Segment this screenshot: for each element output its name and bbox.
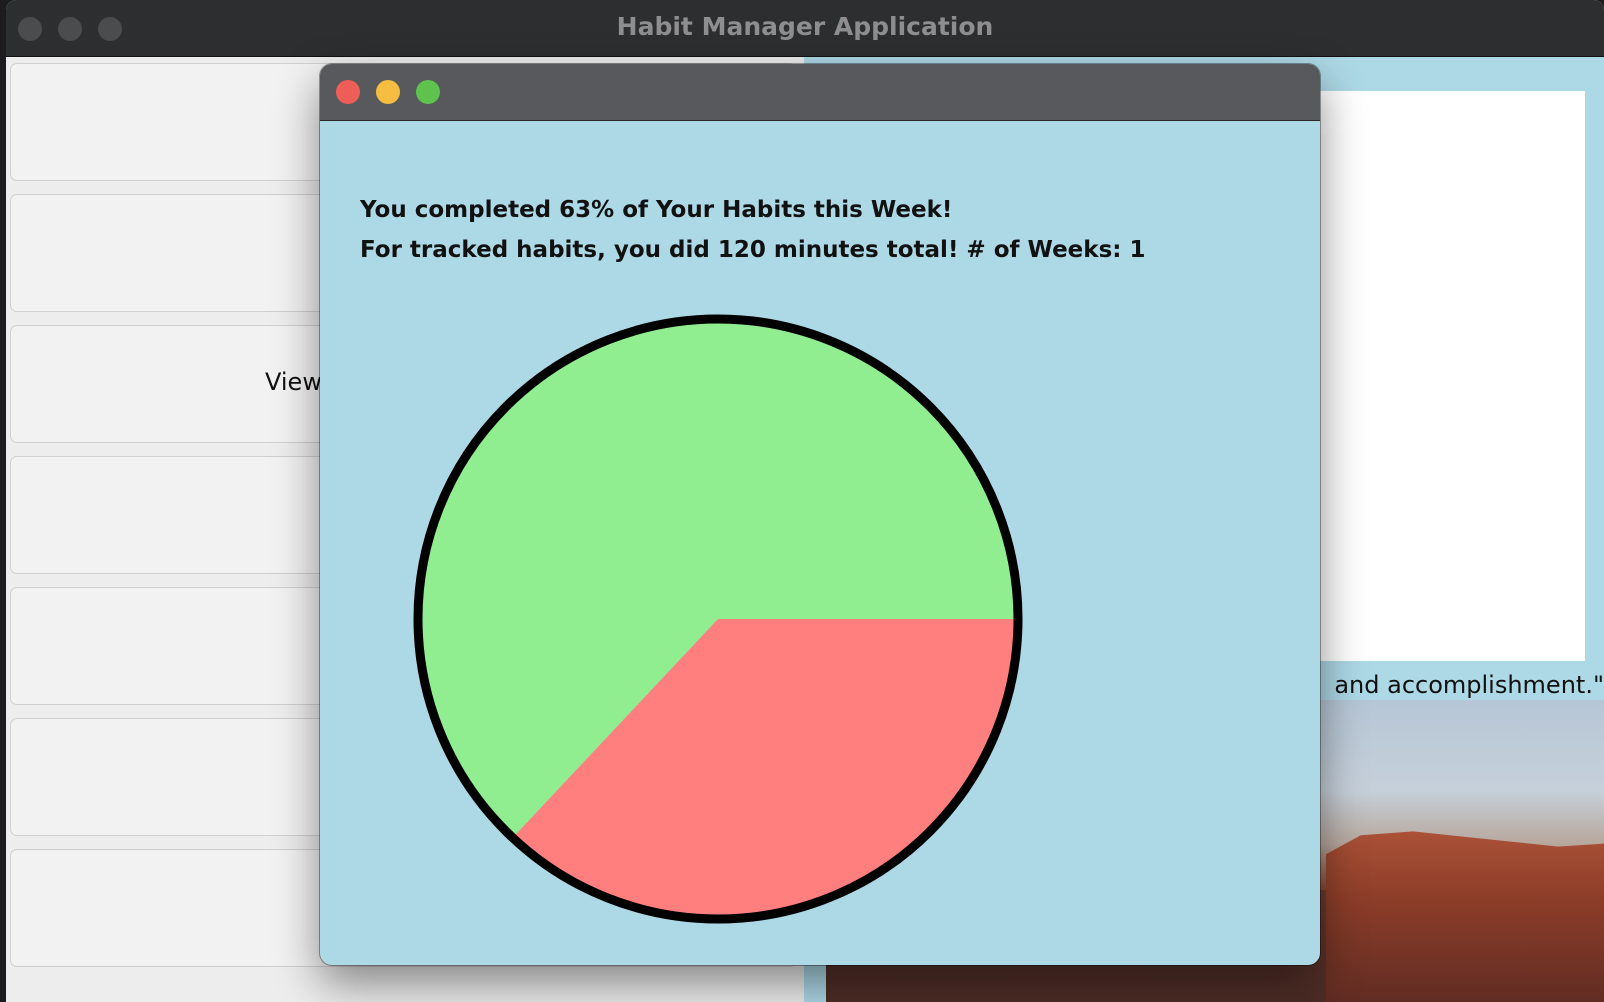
main-titlebar: Habit Manager Application (6, 0, 1604, 57)
close-button[interactable] (336, 80, 360, 104)
completion-text: You completed 63% of Your Habits this We… (360, 197, 953, 223)
dialog-titlebar (320, 64, 1320, 121)
habit-completion-pie-chart (413, 314, 1023, 924)
zoom-button[interactable] (416, 80, 440, 104)
motivational-quote: and accomplishment." (1334, 671, 1604, 699)
stats-dialog: You completed 63% of Your Habits this We… (320, 64, 1320, 965)
minimize-button[interactable] (376, 80, 400, 104)
minutes-text: For tracked habits, you did 120 minutes … (360, 237, 1146, 263)
window-title: Habit Manager Application (616, 12, 994, 41)
cliff-shape (1326, 831, 1604, 1002)
